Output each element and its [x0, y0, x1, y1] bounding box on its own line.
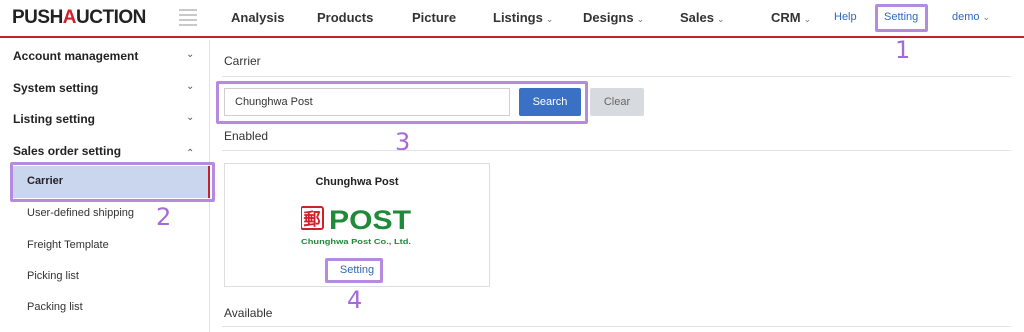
sidebar-item-label: Carrier — [27, 175, 64, 187]
nav-designs-label: Designs — [583, 10, 634, 25]
annotation-2: 2 — [156, 203, 172, 231]
sidebar-section-sales-order-setting[interactable]: Sales order setting — [13, 144, 121, 158]
nav-sales-label: Sales — [680, 10, 714, 25]
chevron-down-icon: ⌄ — [716, 14, 725, 24]
nav-analysis[interactable]: Analysis — [231, 10, 284, 25]
sidebar-item-packing-list[interactable]: Packing list — [27, 301, 83, 313]
top-navigation-bar: PUSHAUCTION Analysis Products Picture Li… — [0, 0, 1024, 38]
nav-help[interactable]: Help — [834, 11, 857, 23]
menu-icon[interactable] — [179, 9, 197, 27]
logo-prefix: PUSH — [12, 7, 63, 28]
chunghwa-post-logo: 郵 POST Chunghwa Post Co., Ltd. — [300, 204, 413, 253]
nav-crm-label: CRM — [771, 10, 801, 25]
sidebar-section-system-setting[interactable]: System setting — [13, 81, 98, 95]
logo-suffix: UCTION — [76, 7, 146, 28]
annotation-1: 1 — [895, 36, 911, 64]
chevron-up-icon[interactable]: ⌃ — [186, 148, 194, 159]
page-title: Carrier — [224, 54, 261, 68]
sidebar-item-picking-list[interactable]: Picking list — [27, 270, 79, 282]
nav-designs[interactable]: Designs ⌄ — [583, 10, 644, 25]
carrier-search-input[interactable] — [224, 88, 510, 116]
clear-button[interactable]: Clear — [590, 88, 644, 116]
sidebar: Account management ⌄ System setting ⌄ Li… — [0, 40, 210, 332]
sidebar-item-freight-template[interactable]: Freight Template — [27, 239, 109, 251]
sidebar-section-account-management[interactable]: Account management — [13, 49, 138, 63]
annotation-3: 3 — [395, 128, 411, 156]
chevron-down-icon[interactable]: ⌄ — [186, 112, 194, 123]
nav-picture[interactable]: Picture — [412, 10, 456, 25]
search-button[interactable]: Search — [519, 88, 581, 116]
nav-crm[interactable]: CRM ⌄ — [771, 10, 811, 25]
divider — [222, 150, 1011, 151]
nav-setting[interactable]: Setting — [884, 11, 918, 23]
logo-word: POST — [329, 205, 412, 235]
pushauction-logo[interactable]: PUSHAUCTION — [12, 7, 146, 29]
user-name: demo — [952, 11, 980, 23]
sidebar-item-carrier[interactable]: Carrier — [13, 166, 210, 198]
chevron-down-icon: ⌄ — [636, 14, 645, 24]
logo-glyph: 郵 — [304, 210, 321, 230]
sidebar-item-user-defined-shipping[interactable]: User-defined shipping — [27, 207, 134, 219]
available-heading: Available — [224, 306, 273, 320]
carrier-card-chunghwa-post: Chunghwa Post 郵 POST Chunghwa Post Co., … — [224, 163, 490, 287]
chevron-down-icon: ⌄ — [545, 14, 554, 24]
carrier-setting-link[interactable]: Setting — [225, 264, 489, 276]
logo-accent: A — [62, 7, 77, 28]
chevron-down-icon: ⌄ — [803, 14, 812, 24]
nav-products[interactable]: Products — [317, 10, 373, 25]
chevron-down-icon[interactable]: ⌄ — [186, 81, 194, 92]
chevron-down-icon[interactable]: ⌄ — [186, 49, 194, 60]
carrier-card-title: Chunghwa Post — [315, 176, 399, 188]
logo-caption: Chunghwa Post Co., Ltd. — [301, 239, 411, 246]
nav-listings[interactable]: Listings ⌄ — [493, 10, 553, 25]
annotation-4: 4 — [347, 286, 363, 314]
sidebar-section-listing-setting[interactable]: Listing setting — [13, 112, 95, 126]
nav-user-menu[interactable]: demo ⌄ — [952, 11, 990, 23]
nav-listings-label: Listings — [493, 10, 543, 25]
enabled-heading: Enabled — [224, 129, 269, 143]
chevron-down-icon: ⌄ — [982, 12, 991, 22]
divider — [222, 326, 1011, 327]
divider — [222, 76, 1011, 77]
nav-sales[interactable]: Sales ⌄ — [680, 10, 725, 25]
